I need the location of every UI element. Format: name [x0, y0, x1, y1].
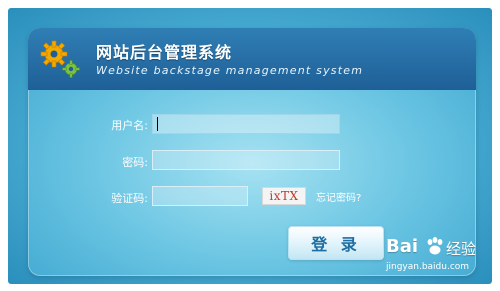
- paw-icon: [427, 237, 443, 255]
- gear-icon-small: [62, 60, 80, 78]
- header-bar: 网站后台管理系统 Website backstage management sy…: [28, 28, 476, 90]
- captcha-input[interactable]: [152, 186, 248, 206]
- username-label: 用户名:: [111, 119, 148, 132]
- password-input[interactable]: [152, 150, 340, 170]
- captcha-label: 验证码:: [111, 192, 148, 205]
- watermark-brand-left: Bai: [386, 236, 419, 257]
- watermark-url: jingyan.baidu.com: [386, 262, 470, 272]
- watermark-brand-right: 经验: [446, 240, 477, 258]
- page-subtitle: Website backstage management system: [96, 64, 364, 77]
- page-title: 网站后台管理系统: [96, 43, 233, 62]
- captcha-image[interactable]: ixTX: [262, 187, 306, 205]
- text-caret: [157, 117, 158, 131]
- password-label: 密码:: [122, 156, 148, 169]
- username-input[interactable]: [152, 114, 340, 134]
- baidu-jingyan-watermark: Bai 经验 jingyan.baidu.com: [386, 232, 490, 282]
- login-button[interactable]: 登 录: [288, 226, 384, 260]
- forgot-password-link[interactable]: 忘记密码?: [316, 189, 361, 204]
